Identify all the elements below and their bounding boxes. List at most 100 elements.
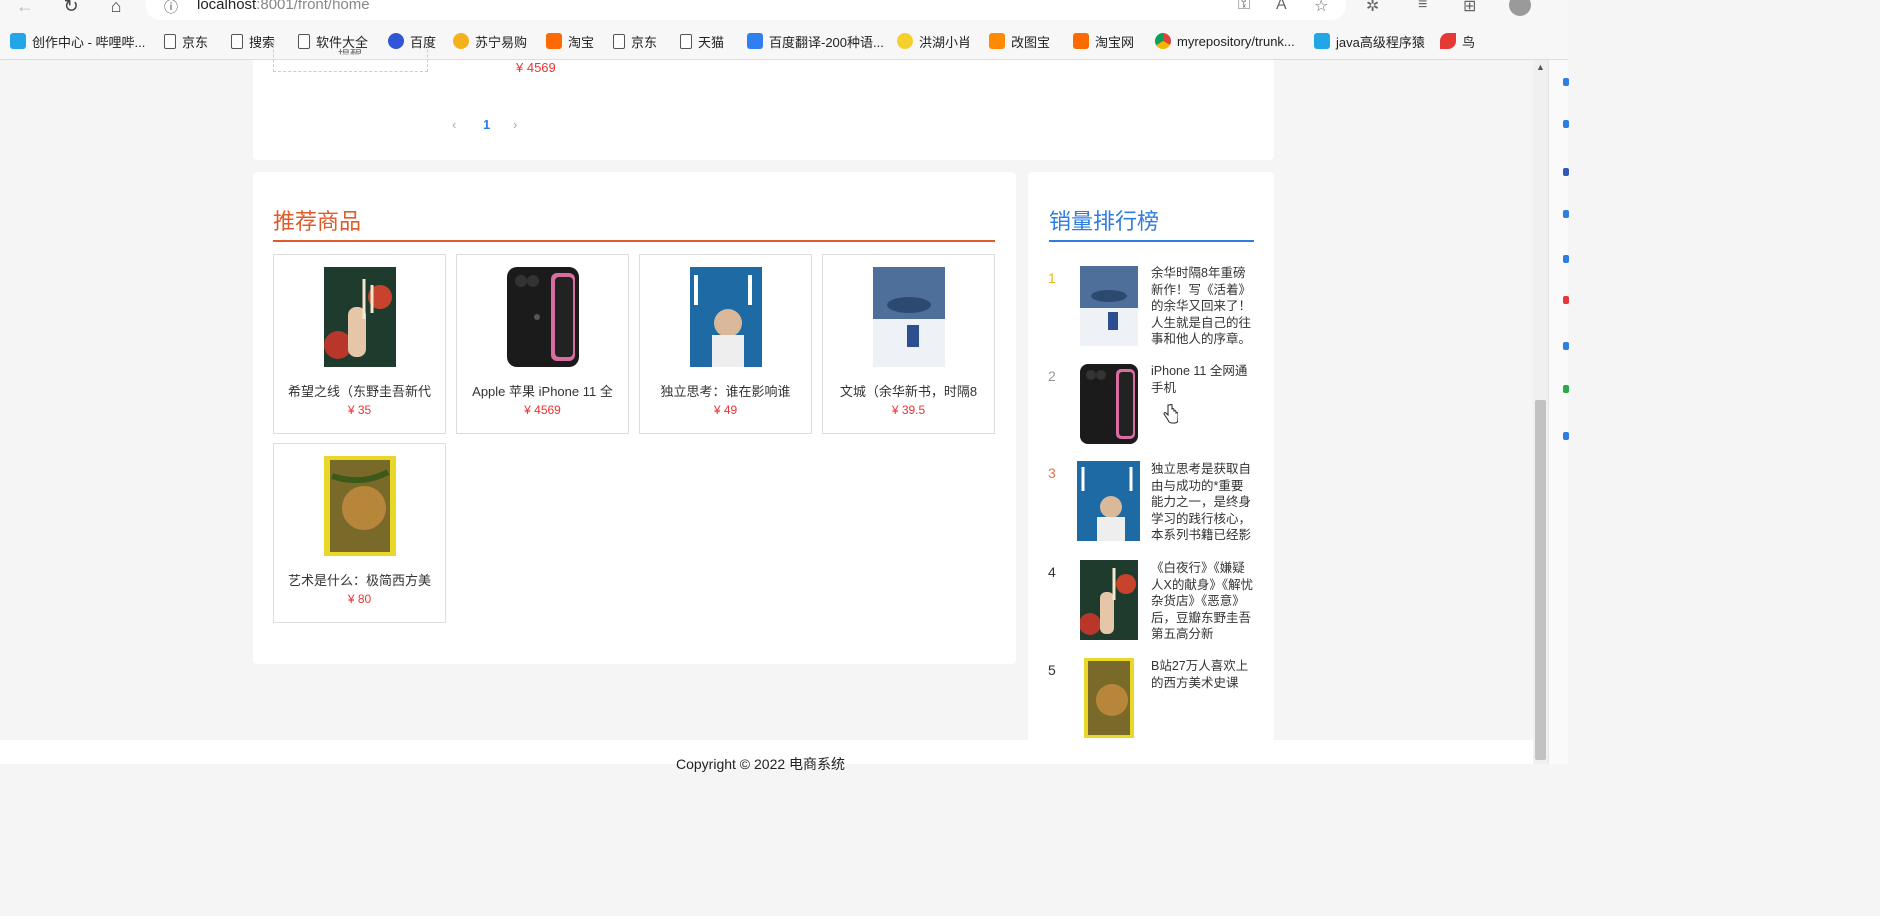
chrome-icon [1155, 33, 1171, 49]
previous-section-panel [253, 60, 1274, 160]
bookmark-item[interactable]: 搜索 [231, 30, 275, 52]
scrollbar-thumb[interactable] [1535, 400, 1546, 760]
side-app-icon[interactable] [1563, 168, 1569, 176]
ranking-divider [1049, 240, 1254, 242]
side-app-icon[interactable] [1563, 342, 1569, 350]
product-price: ¥ 35 [347, 403, 372, 417]
browser-toolbar: ← ↻ ⌂ ⓘ localhost:8001/front/home ⚿ A ☆ … [0, 0, 1568, 60]
rank-description[interactable]: iPhone 11 全网通手机 [1151, 363, 1255, 397]
rank-image[interactable] [1080, 266, 1138, 346]
product-name[interactable]: 希望之线（东野圭吾新代 [280, 381, 439, 400]
side-app-icon[interactable] [1563, 296, 1569, 304]
ranking-title: 销量排行榜 [1049, 209, 1160, 234]
bookmark-item[interactable]: 京东 [164, 30, 208, 52]
bookmark-item[interactable]: 鸟 [1440, 30, 1475, 52]
bookmark-item[interactable]: 淘宝网 [1073, 30, 1134, 52]
profile-icon [897, 33, 913, 49]
rank-number: 4 [1048, 564, 1056, 580]
rank-number: 2 [1048, 368, 1056, 384]
page-icon [231, 33, 243, 49]
side-app-icon[interactable] [1563, 255, 1569, 263]
product-card-partial[interactable] [273, 40, 428, 72]
bird-icon [1440, 33, 1456, 49]
rank-image[interactable] [1084, 658, 1134, 738]
product-price: ¥ 39.5 [891, 403, 926, 417]
bilibili-icon [1314, 33, 1330, 49]
home-icon[interactable]: ⌂ [105, 0, 127, 16]
product-price: ¥ 4569 [524, 403, 561, 417]
recommend-title: 推荐商品 [273, 209, 362, 234]
profile-avatar[interactable] [1509, 0, 1531, 16]
product-image [323, 456, 396, 556]
bookmark-item[interactable]: 淘宝 [546, 30, 594, 52]
product-name[interactable]: 独立思考：谁在影响谁 [646, 381, 805, 400]
bookmark-item[interactable]: 改图宝 [989, 30, 1050, 52]
fanyi-icon [747, 33, 763, 49]
rank-number: 1 [1048, 270, 1056, 286]
scroll-up-arrow-icon[interactable]: ▲ [1533, 62, 1548, 76]
bookmark-item[interactable]: myrepository/trunk... [1155, 30, 1295, 52]
rank-number: 3 [1048, 465, 1056, 481]
suning-icon [453, 33, 469, 49]
favorites-icon[interactable]: ≡ [1418, 0, 1427, 14]
taobao-icon [1073, 33, 1089, 49]
hand-cursor-icon [1163, 404, 1178, 424]
rank-image[interactable] [1077, 461, 1140, 541]
footer-copyright: Copyright © 2022 电商系统 [676, 756, 846, 772]
product-card[interactable]: Apple 苹果 iPhone 11 全 ¥ 4569 [456, 254, 629, 434]
product-image [323, 267, 396, 367]
rank-description[interactable]: 独立思考是获取自由与成功的*重要能力之一，是终身学习的践行核心，本系列书籍已经影 [1151, 461, 1255, 543]
pagination-next-button[interactable]: › [513, 117, 517, 132]
product-price: ¥ 49 [713, 403, 738, 417]
bookmark-item[interactable]: 洪湖小肖 [897, 30, 971, 52]
product-image [506, 267, 579, 367]
rank-description[interactable]: B站27万人喜欢上的西方美术史课 [1151, 658, 1255, 692]
product-card[interactable]: 独立思考：谁在影响谁 ¥ 49 [639, 254, 812, 434]
add-favorite-icon[interactable]: ☆ [1314, 0, 1328, 16]
rank-image[interactable] [1080, 560, 1138, 640]
side-app-icon[interactable] [1563, 432, 1569, 440]
bookmark-item[interactable]: 京东 [613, 30, 657, 52]
bookmarks-bar: 创作中心 - 哔哩哔... 京东 搜索 软件大全 百度 苏宁易购 淘宝 京东 天… [0, 30, 1568, 52]
product-image [872, 267, 945, 367]
product-name[interactable]: Apple 苹果 iPhone 11 全 [463, 381, 622, 400]
side-app-icon[interactable] [1563, 120, 1569, 128]
page-icon [164, 33, 176, 49]
bookmark-item[interactable]: 创作中心 - 哔哩哔... [10, 30, 145, 52]
rank-description[interactable]: 余华时隔8年重磅新作！写《活着》的余华又回来了！人生就是自己的往事和他人的序章。 [1151, 265, 1255, 347]
extensions-icon[interactable]: ✲ [1366, 0, 1379, 16]
rank-description[interactable]: 《白夜行》《嫌疑人X的献身》《解忧杂货店》《恶意》后，豆瓣东野圭吾第五高分新 [1151, 560, 1255, 642]
refresh-icon[interactable]: ↻ [60, 0, 82, 16]
bookmark-item[interactable]: 苏宁易购 [453, 30, 527, 52]
address-url[interactable]: localhost:8001/front/home [197, 0, 370, 13]
product-image [689, 267, 762, 367]
pagination-page-1[interactable]: 1 [483, 117, 490, 132]
product-name[interactable]: 艺术是什么：极简西方美 [280, 570, 439, 589]
product-card[interactable]: 艺术是什么：极简西方美 ¥ 80 [273, 443, 446, 623]
rank-number: 5 [1048, 662, 1056, 678]
collections-icon[interactable]: ⊞ [1463, 0, 1476, 16]
page-icon [680, 33, 692, 49]
bookmark-item[interactable]: java高级程序猿 [1314, 30, 1425, 52]
side-app-icon[interactable] [1563, 210, 1569, 218]
recommend-divider [273, 240, 995, 242]
bilibili-icon [10, 33, 26, 49]
product-price: ¥ 80 [347, 592, 372, 606]
side-app-icon[interactable] [1563, 78, 1569, 86]
pagination-prev-button[interactable]: ‹ [452, 117, 456, 132]
gaitubao-icon [989, 33, 1005, 49]
read-aloud-icon[interactable]: A [1276, 0, 1287, 14]
product-name[interactable]: 文城（余华新书，时隔8 [829, 381, 988, 400]
side-app-icon[interactable] [1563, 385, 1569, 393]
bookmark-item[interactable]: 百度翻译-200种语... [747, 30, 884, 52]
product-card[interactable]: 文城（余华新书，时隔8 ¥ 39.5 [822, 254, 995, 434]
rank-image[interactable] [1080, 364, 1138, 444]
bookmark-item[interactable]: 天猫 [680, 30, 724, 52]
back-icon[interactable]: ← [14, 0, 36, 16]
site-info-icon[interactable]: ⓘ [164, 0, 178, 17]
key-icon[interactable]: ⚿ [1238, 0, 1250, 14]
product-card[interactable]: 希望之线（东野圭吾新代 ¥ 35 [273, 254, 446, 434]
page-icon [613, 33, 625, 49]
browser-side-panel [1548, 60, 1568, 764]
product-price-partial: ¥ 4569 [516, 60, 556, 75]
